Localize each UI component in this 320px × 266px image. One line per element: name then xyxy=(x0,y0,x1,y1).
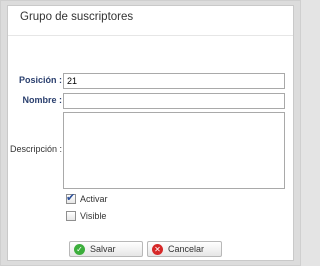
save-button[interactable]: ✓ Salvar xyxy=(69,241,143,257)
activar-label: Activar xyxy=(80,194,108,204)
cancel-button-label: Cancelar xyxy=(168,244,205,254)
window-frame: Grupo de suscriptores Posición : Nombre … xyxy=(0,0,301,266)
check-mark-icon: ✔ xyxy=(66,192,76,204)
nombre-label: Nombre : xyxy=(22,95,62,105)
visible-label: Visible xyxy=(80,211,107,221)
save-button-label: Salvar xyxy=(90,244,116,254)
posicion-input[interactable] xyxy=(63,73,285,89)
close-icon: ✕ xyxy=(152,243,163,255)
check-icon: ✓ xyxy=(74,243,85,255)
nombre-input[interactable] xyxy=(63,93,285,109)
dialog-title: Grupo de suscriptores xyxy=(20,11,134,23)
descripcion-label: Descripción : xyxy=(9,144,62,154)
activar-row[interactable]: ✔ Activar xyxy=(66,192,108,204)
visible-checkbox[interactable] xyxy=(66,211,76,221)
cancel-button[interactable]: ✕ Cancelar xyxy=(147,241,222,257)
posicion-label: Posición : xyxy=(18,75,62,85)
descripcion-textarea[interactable] xyxy=(63,112,285,189)
activar-checkbox[interactable]: ✔ xyxy=(66,192,76,204)
subscriber-group-dialog: Grupo de suscriptores Posición : Nombre … xyxy=(7,5,294,261)
title-divider xyxy=(8,35,293,36)
visible-row[interactable]: Visible xyxy=(66,211,106,221)
